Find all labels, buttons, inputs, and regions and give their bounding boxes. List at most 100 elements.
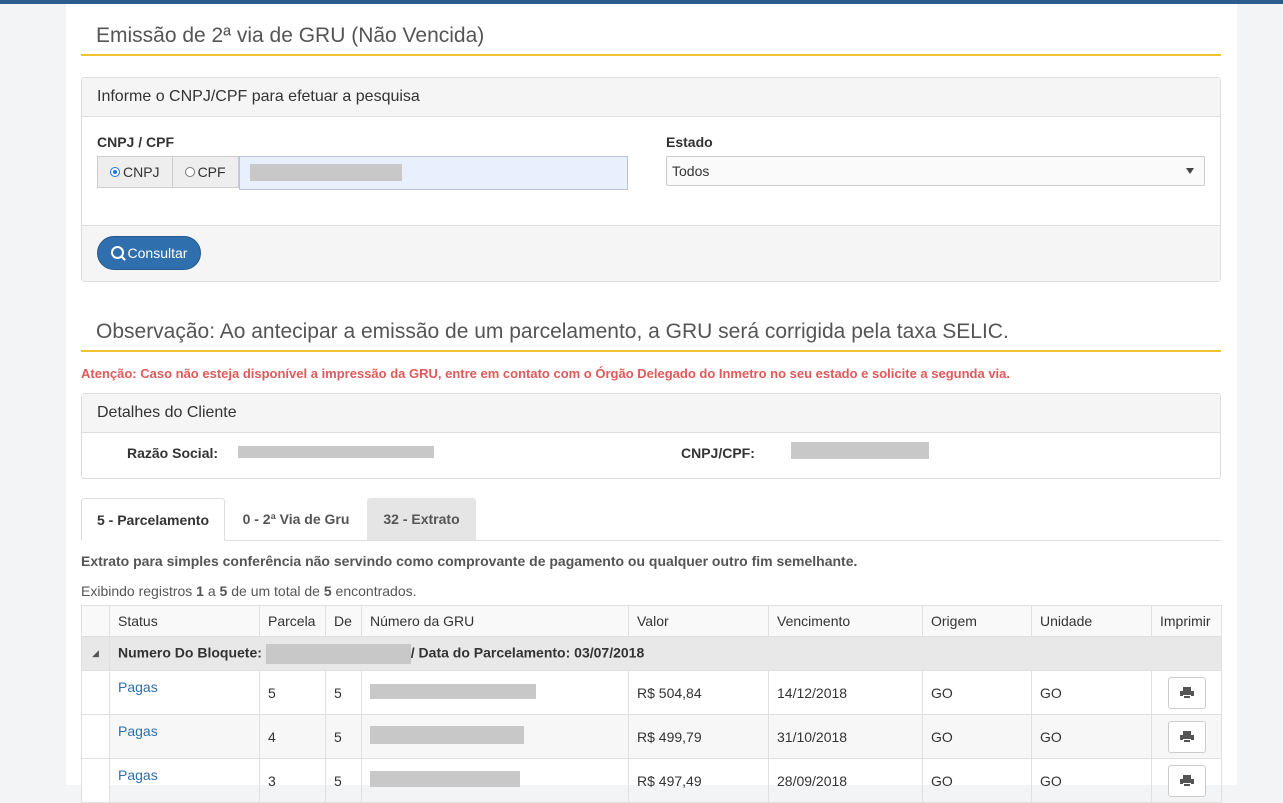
state-select-value: Todos (672, 163, 710, 179)
valor-cell: R$ 499,79 (628, 714, 769, 759)
printer-icon (1179, 686, 1194, 699)
radio-cnpj-dot[interactable] (110, 167, 120, 177)
group-label-cell: Numero Do Bloquete: / Data do Parcelamen… (109, 636, 1222, 671)
table-row: Pagas 3 5 R$ 497,49 28/09/2018 GO GO (81, 758, 1222, 803)
tabs-bar: 5 - Parcelamento 0 - 2ª Via de Gru 32 - … (81, 498, 1221, 541)
row-spacer (81, 714, 110, 759)
row-spacer (81, 758, 110, 803)
observation-underline (81, 350, 1221, 352)
consultar-button[interactable]: Consultar (97, 236, 201, 270)
parcela-cell: 5 (259, 670, 326, 715)
table-header-row: Status Parcela De Número da GRU Valor Ve… (81, 605, 1222, 637)
origem-cell: GO (922, 714, 1032, 759)
redacted-cnpj (791, 442, 929, 459)
title-underline (81, 54, 1221, 56)
document-number-input[interactable] (238, 156, 628, 190)
records-to: 5 (219, 583, 228, 599)
header-valor[interactable]: Valor (628, 605, 769, 637)
page-title: Emissão de 2ª via de GRU (Não Vencida) (96, 24, 485, 47)
imprimir-cell (1151, 758, 1222, 803)
radio-cpf-dot[interactable] (184, 167, 195, 177)
status-link[interactable]: Pagas (118, 723, 158, 739)
search-panel-footer: Consultar (82, 225, 1220, 281)
table-row: Pagas 5 5 R$ 504,84 14/12/2018 GO GO (81, 670, 1222, 715)
group-row[interactable]: ◢ Numero Do Bloquete: / Data do Parcelam… (81, 636, 1222, 671)
chevron-down-icon (1186, 168, 1194, 174)
redacted-gru-number (370, 726, 524, 744)
tab-extrato[interactable]: 32 - Extrato (367, 498, 476, 540)
client-panel-title: Detalhes do Cliente (82, 394, 1220, 433)
origem-cell: GO (922, 758, 1032, 803)
radio-cnpj-label: CNPJ (123, 164, 160, 180)
records-suffix: encontrados. (335, 583, 417, 599)
de-cell: 5 (325, 714, 362, 759)
state-select[interactable]: Todos (666, 156, 1205, 186)
vencimento-cell: 31/10/2018 (768, 714, 923, 759)
tab-segunda-via[interactable]: 0 - 2ª Via de Gru (225, 498, 367, 540)
search-icon (110, 245, 124, 259)
redacted-bloquete (265, 643, 411, 664)
records-total: 5 (323, 583, 332, 599)
caret-down-icon[interactable]: ◢ (81, 636, 110, 671)
header-numero-gru[interactable]: Número da GRU (361, 605, 629, 637)
vencimento-cell: 14/12/2018 (768, 670, 923, 715)
header-status[interactable]: Status (109, 605, 260, 637)
header-parcela[interactable]: Parcela (259, 605, 326, 637)
header-vencimento[interactable]: Vencimento (768, 605, 923, 637)
numero-gru-cell (361, 758, 629, 803)
search-panel-title: Informe o CNPJ/CPF para efetuar a pesqui… (82, 78, 1220, 117)
cnpj-cpf-label: CNPJ/CPF: (681, 445, 755, 461)
valor-cell: R$ 504,84 (628, 670, 769, 715)
records-from: 1 (196, 583, 204, 599)
print-button[interactable] (1167, 720, 1206, 753)
de-cell: 5 (325, 670, 362, 715)
radio-cpf[interactable]: CPF (172, 156, 239, 188)
imprimir-cell (1151, 670, 1222, 715)
parcela-cell: 3 (259, 758, 326, 803)
status-cell[interactable]: Pagas (109, 714, 260, 759)
group-label: Numero Do Bloquete: (118, 644, 262, 661)
status-cell[interactable]: Pagas (109, 758, 260, 803)
observation-heading: Observação: Ao antecipar a emissão de um… (96, 320, 1009, 343)
page-content: Emissão de 2ª via de GRU (Não Vencida) I… (66, 4, 1237, 803)
redacted-razao-social (238, 446, 434, 458)
unidade-cell: GO (1031, 758, 1152, 803)
header-origem[interactable]: Origem (922, 605, 1032, 637)
row-spacer (81, 670, 110, 715)
print-button[interactable] (1167, 676, 1206, 709)
disclaimer-text: Extrato para simples conferência não ser… (81, 553, 858, 569)
group-date: / Data do Parcelamento: 03/07/2018 (410, 644, 645, 661)
records-mid: de um total de (231, 583, 320, 599)
print-button[interactable] (1167, 764, 1206, 797)
doc-type-label: CNPJ / CPF (97, 134, 175, 150)
header-imprimir: Imprimir (1151, 605, 1222, 637)
records-a: a (207, 583, 216, 599)
numero-gru-cell (361, 714, 629, 759)
redacted-gru-number (370, 683, 536, 699)
tab-parcelamento[interactable]: 5 - Parcelamento (81, 498, 225, 541)
unidade-cell: GO (1031, 670, 1152, 715)
radio-cpf-label: CPF (197, 164, 226, 180)
numero-gru-cell (361, 670, 629, 715)
doc-type-group: CNPJ CPF (97, 156, 628, 190)
client-panel: Detalhes do Cliente Razão Social: CNPJ/C… (81, 393, 1221, 479)
radio-cnpj[interactable]: CNPJ (97, 156, 173, 188)
unidade-cell: GO (1031, 714, 1152, 759)
search-panel: Informe o CNPJ/CPF para efetuar a pesqui… (81, 77, 1221, 282)
de-cell: 5 (325, 758, 362, 803)
status-link[interactable]: Pagas (118, 679, 158, 695)
imprimir-cell (1151, 714, 1222, 759)
header-de[interactable]: De (325, 605, 362, 637)
parcela-cell: 4 (259, 714, 326, 759)
attention-message: Atenção: Caso não esteja disponível a im… (81, 366, 1011, 381)
status-link[interactable]: Pagas (118, 767, 158, 783)
records-count: Exibindo registros 1 a 5 de um total de … (81, 583, 417, 599)
state-label: Estado (666, 134, 713, 150)
table-row: Pagas 4 5 R$ 499,79 31/10/2018 GO GO (81, 714, 1222, 759)
status-cell[interactable]: Pagas (109, 670, 260, 715)
razao-social-label: Razão Social: (127, 445, 219, 461)
valor-cell: R$ 497,49 (628, 758, 769, 803)
consultar-label: Consultar (127, 245, 188, 261)
installments-table: Status Parcela De Número da GRU Valor Ve… (81, 605, 1222, 803)
header-unidade[interactable]: Unidade (1031, 605, 1152, 637)
